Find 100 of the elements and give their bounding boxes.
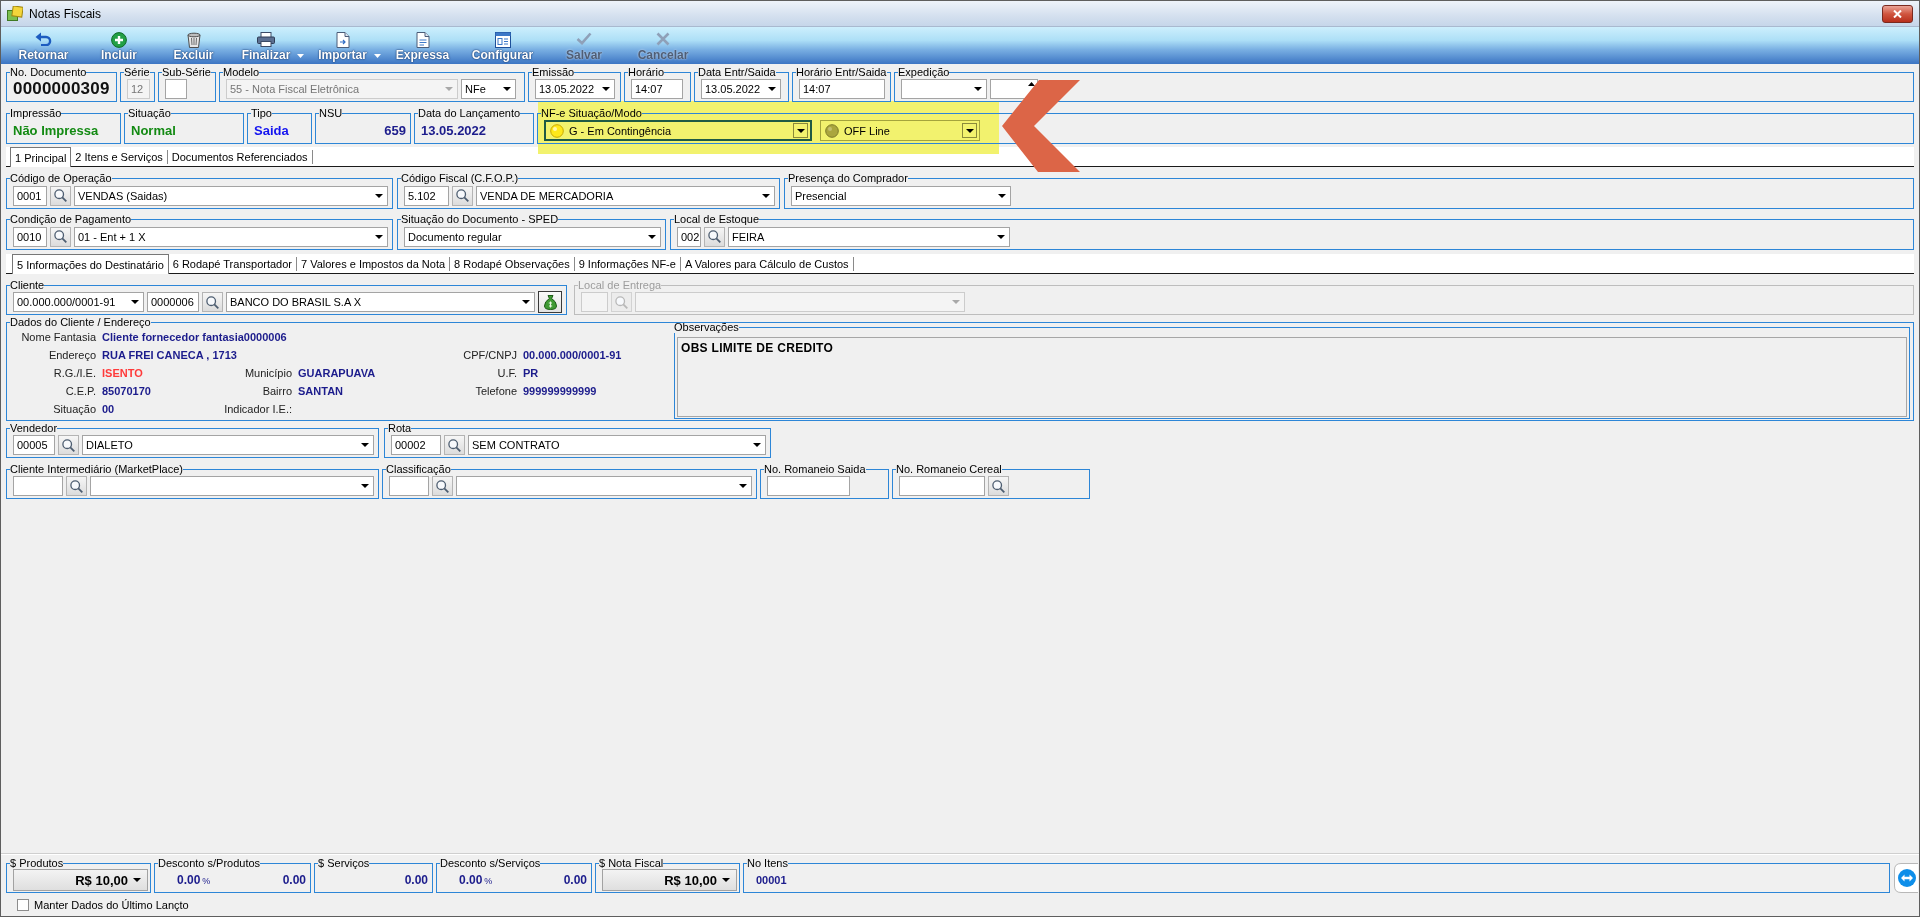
group-label: $ Serviços xyxy=(318,857,370,869)
amount-value: 0.00 xyxy=(404,873,428,887)
tab[interactable]: 5 Informações do Destinatário xyxy=(12,254,169,274)
check-icon xyxy=(576,32,592,45)
percent-value: 0.00 xyxy=(459,873,483,887)
cross-icon xyxy=(656,32,670,46)
percent-value: 0.00 xyxy=(177,873,201,887)
amount-value: 0.00 xyxy=(563,873,587,887)
search-button[interactable] xyxy=(58,435,79,455)
dropdown-arrow-icon xyxy=(753,443,761,447)
group-label: Cliente Intermediário (MarketPlace) xyxy=(10,463,183,475)
dropdown-field[interactable]: 01 - Ent + 1 X xyxy=(74,226,388,247)
notes-text-area[interactable]: OBS LIMITE DE CREDITO xyxy=(677,337,1907,417)
dropdown-field[interactable]: 13.05.2022 xyxy=(535,79,615,99)
trash-icon xyxy=(186,32,201,48)
group-label: Classificação xyxy=(386,463,451,475)
total-dropdown[interactable]: R$ 10,00 xyxy=(13,869,148,891)
search-button[interactable] xyxy=(432,476,453,496)
dropdown-field[interactable]: 00.000.000/0001-91 xyxy=(13,292,144,312)
search-button[interactable] xyxy=(704,226,725,247)
group-label: Sub-Série xyxy=(162,66,211,78)
dropdown-field[interactable]: SEM CONTRATO xyxy=(468,435,766,455)
group-label: Cliente xyxy=(10,279,45,291)
search-button[interactable] xyxy=(452,185,473,206)
dropdown-arrow-icon xyxy=(762,193,770,198)
text-field[interactable]: 5.102 xyxy=(404,185,449,206)
group-label: Data Entr/Saida xyxy=(698,66,776,78)
dropdown-arrow-icon xyxy=(361,484,369,488)
total-dropdown[interactable]: R$ 10,00 xyxy=(602,869,737,891)
field-value: ISENTO xyxy=(102,367,143,379)
search-button[interactable] xyxy=(444,435,465,455)
dropdown-arrow-icon xyxy=(739,484,747,488)
amount-value: 0.00 xyxy=(282,873,306,887)
group-label: No. Documento xyxy=(10,66,87,78)
search-icon xyxy=(456,189,469,202)
close-button[interactable] xyxy=(1882,4,1913,23)
text-field[interactable] xyxy=(767,476,850,496)
dropdown-field[interactable]: DIALETO xyxy=(82,435,374,455)
field-value: Cliente fornecedor fantasia0000006 xyxy=(102,331,287,343)
field-label: C.E.P. xyxy=(65,385,96,397)
text-field[interactable]: 0000006 xyxy=(147,292,199,312)
group-label: Horário xyxy=(628,66,665,78)
notes-icon xyxy=(7,6,23,21)
field-label: Município xyxy=(244,367,292,379)
dropdown-field[interactable]: BANCO DO BRASIL S.A X xyxy=(226,292,535,312)
group-label: Horário Entr/Saida xyxy=(796,66,887,78)
plus-circle-icon xyxy=(111,32,127,48)
text-field[interactable]: 0010 xyxy=(13,226,47,247)
search-icon xyxy=(615,295,628,309)
money-bag-button[interactable] xyxy=(538,291,562,313)
search-button[interactable] xyxy=(202,292,223,312)
search-button[interactable] xyxy=(988,476,1009,496)
group-label: Situação do Documento - SPED xyxy=(401,213,559,225)
double-arrow-icon[interactable] xyxy=(1894,863,1918,893)
search-button[interactable] xyxy=(50,185,71,206)
field-label: Nome Fantasia xyxy=(21,331,96,343)
status-value: Saida xyxy=(254,123,289,138)
text-field[interactable] xyxy=(13,476,63,496)
checkbox-label[interactable]: Manter Dados do Último Lançto xyxy=(34,899,189,911)
percent-sign: % xyxy=(202,876,211,886)
text-field[interactable]: 00002 xyxy=(391,435,441,455)
text-field[interactable] xyxy=(899,476,985,496)
group-label: Vendedor xyxy=(10,422,58,434)
field-value: PR xyxy=(523,367,539,379)
dropdown-field[interactable] xyxy=(901,79,987,99)
checkbox[interactable] xyxy=(17,899,29,911)
dropdown-field[interactable]: VENDAS (Saidas) xyxy=(74,185,388,206)
search-button[interactable] xyxy=(66,476,87,496)
group-label: NSU xyxy=(319,107,343,119)
dropdown-arrow-icon xyxy=(997,234,1005,239)
text-field[interactable] xyxy=(165,79,187,99)
dropdown-arrow-icon xyxy=(361,443,369,447)
text-field[interactable]: 002 xyxy=(677,226,701,247)
dropdown-field[interactable]: 13.05.2022 xyxy=(701,79,781,99)
group-label: $ Nota Fiscal xyxy=(599,857,664,869)
status-value: Não Impressa xyxy=(13,123,99,138)
text-field[interactable] xyxy=(389,476,429,496)
tab[interactable]: 1 Principal xyxy=(10,147,72,167)
text-field[interactable]: 0001 xyxy=(13,185,47,206)
field-label: Telefone xyxy=(475,385,517,397)
text-field[interactable]: 14:07 xyxy=(631,79,683,99)
dropdown-field[interactable]: Documento regular xyxy=(404,226,661,247)
search-icon xyxy=(54,230,67,243)
dropdown-arrow-icon xyxy=(974,87,982,91)
dropdown-field[interactable]: NFe xyxy=(461,79,516,99)
field-label: Indicador I.E.: xyxy=(224,403,292,415)
dropdown-arrow-icon xyxy=(375,234,383,239)
dropdown-field[interactable]: FEIRA xyxy=(728,226,1010,247)
text-field[interactable]: 00005 xyxy=(13,435,55,455)
dropdown-field[interactable] xyxy=(90,476,374,496)
text-field[interactable]: 14:07 xyxy=(799,79,885,99)
undo-arrow-icon xyxy=(35,32,52,46)
group-label: NF-e Situação/Modo xyxy=(541,107,642,119)
dropdown-field[interactable]: G - Em Contingência xyxy=(544,120,812,141)
search-button[interactable] xyxy=(50,226,71,247)
dropdown-arrow-icon xyxy=(133,878,141,882)
dropdown-field[interactable]: Presencial xyxy=(791,185,1011,206)
dropdown-field[interactable]: VENDA DE MERCADORIA xyxy=(476,185,775,206)
dropdown-field[interactable]: OFF Line xyxy=(820,120,980,141)
dropdown-field[interactable] xyxy=(456,476,752,496)
